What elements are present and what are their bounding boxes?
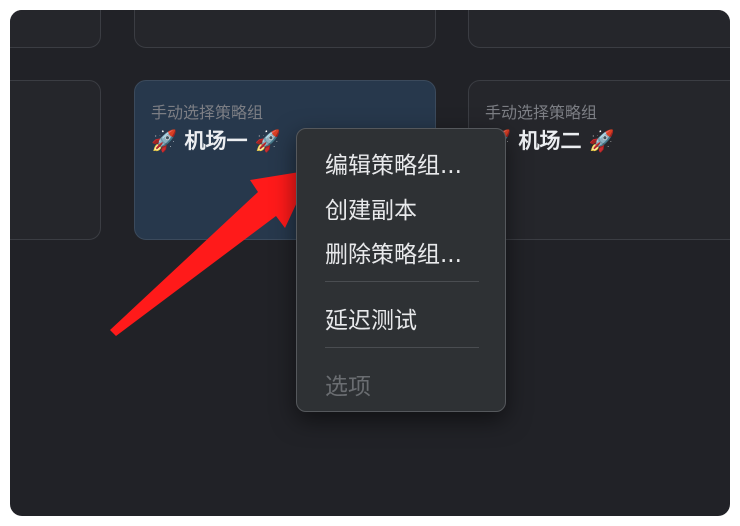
menu-item-duplicate[interactable]: 创建副本 — [325, 191, 417, 225]
card-subtitle: 手动选择策略组 — [485, 103, 598, 122]
menu-item-edit-policy-group[interactable]: 编辑策略组... — [325, 146, 462, 180]
policy-group-card-top-left[interactable] — [10, 10, 101, 48]
policy-group-card-top-middle[interactable] — [134, 10, 436, 48]
card-subtitle: 手动选择策略组 — [151, 103, 264, 122]
menu-item-delete-policy-group[interactable]: 删除策略组... — [325, 235, 462, 269]
menu-item-latency-test[interactable]: 延迟测试 — [325, 301, 417, 335]
menu-separator — [325, 281, 479, 282]
menu-separator — [325, 347, 479, 348]
policy-group-card-top-right[interactable] — [468, 10, 730, 48]
card-title: 🚀 机场一 🚀 — [151, 129, 281, 153]
policy-group-card-left[interactable] — [10, 80, 101, 240]
menu-item-options: 选项 — [325, 374, 371, 400]
policy-group-card-airport-2[interactable]: 手动选择策略组 🚀 机场二 🚀 — [468, 80, 730, 240]
context-menu: 编辑策略组... 创建副本 删除策略组... 延迟测试 选项 — [296, 128, 506, 412]
